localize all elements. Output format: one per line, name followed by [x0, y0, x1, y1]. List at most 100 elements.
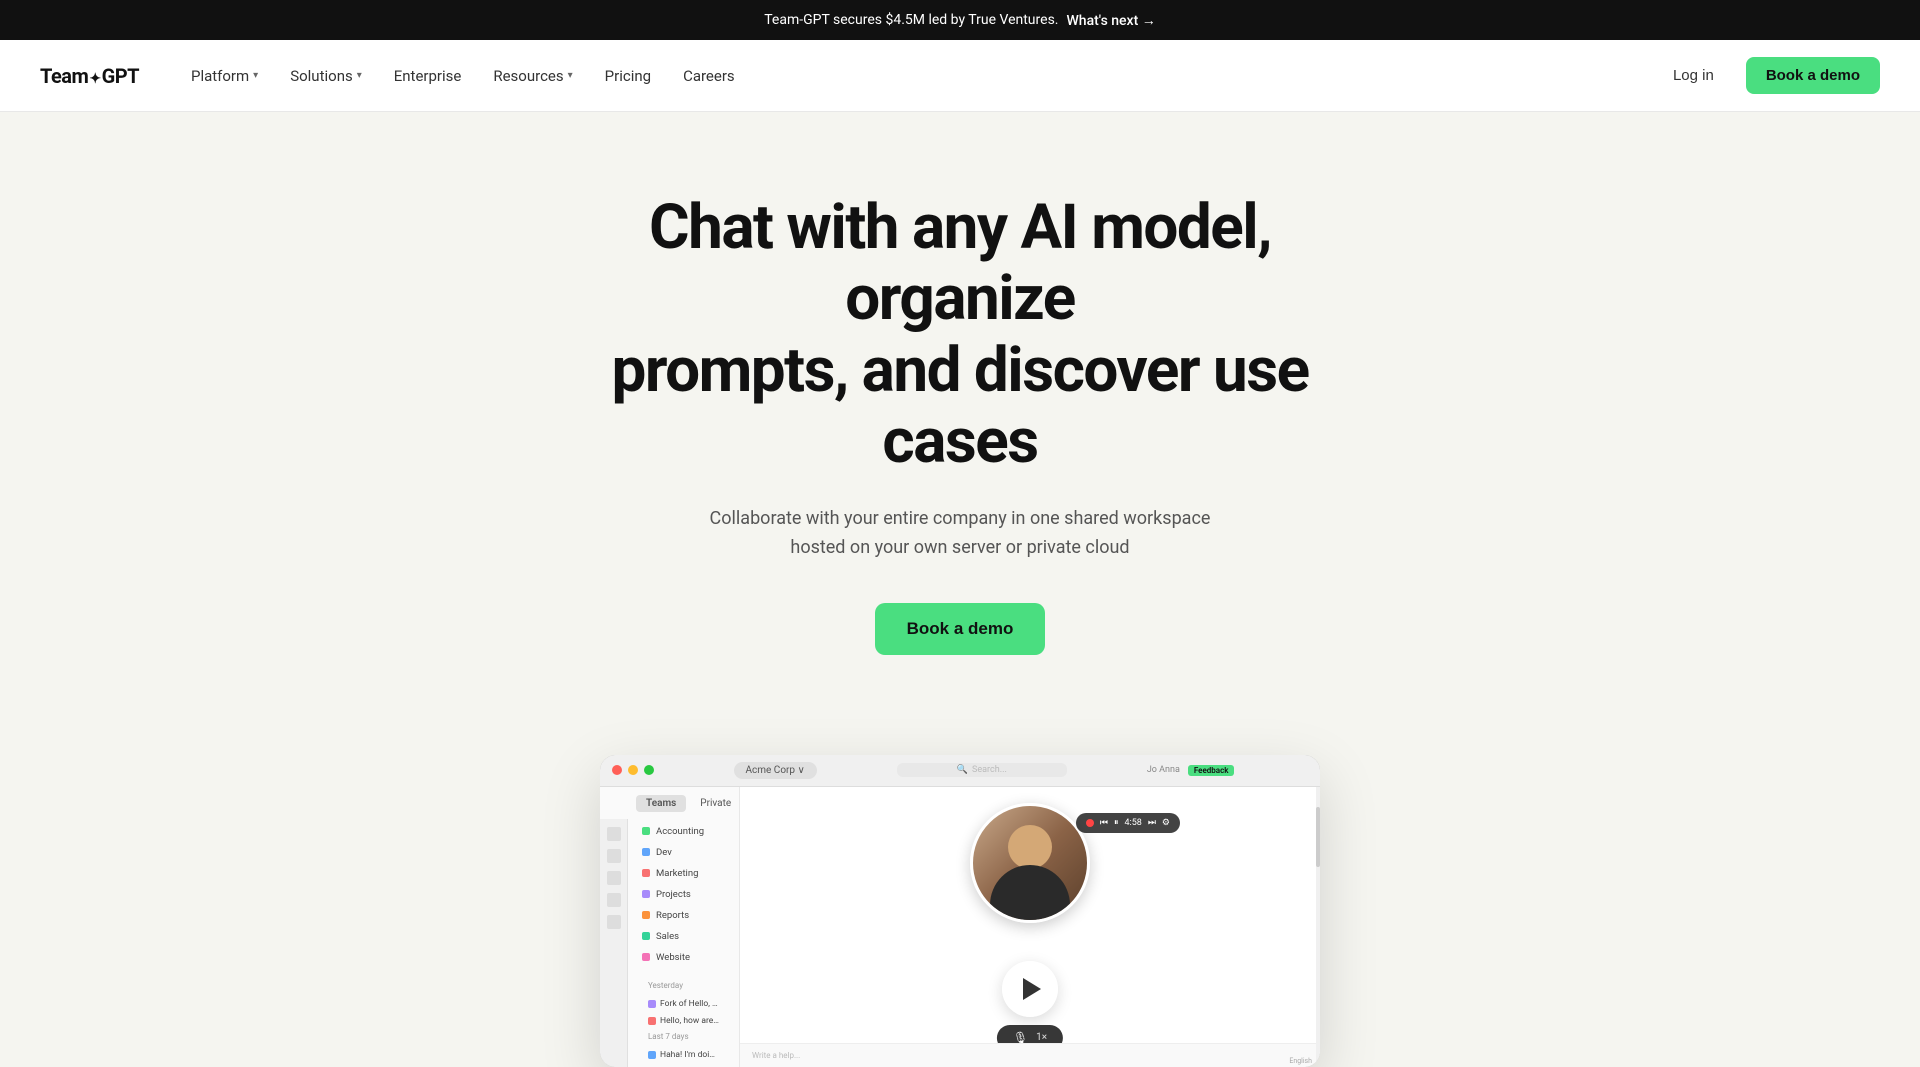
sidebar-icon-4	[607, 893, 621, 907]
window-tab-acme: Acme Corp ∨	[734, 762, 817, 779]
chat-item-1[interactable]: Fork of Hello, how are you?	[644, 996, 723, 1012]
sidebar-label-sales: Sales	[656, 931, 679, 942]
chat-item-3[interactable]: Haha! I'm doing well, thank you...	[644, 1047, 723, 1063]
record-dot	[1086, 819, 1094, 827]
search-bar[interactable]: 🔍 Search...	[897, 763, 1067, 777]
hero-title: Chat with any AI model, organize prompts…	[610, 192, 1310, 477]
sidebar-label-dev: Dev	[656, 847, 672, 858]
nav-links: Platform ▾ Solutions ▾ Enterprise Resour…	[179, 59, 747, 93]
sidebar-label-reports: Reports	[656, 910, 689, 921]
chat-input-placeholder: Write a help...	[752, 1051, 800, 1060]
sidebar-dot-website	[642, 953, 650, 961]
mock-main-area: ⏮ ⏸ 4:58 ⏭ ⚙ 🎙 1×	[740, 787, 1320, 1067]
announcement-link[interactable]: What's next →	[1066, 12, 1155, 29]
speed-display: 1×	[1036, 1032, 1047, 1043]
nav-item-resources[interactable]: Resources ▾	[481, 59, 584, 93]
nav-item-platform[interactable]: Platform ▾	[179, 59, 270, 93]
chevron-down-icon: ▾	[357, 70, 362, 81]
play-icon	[1023, 978, 1041, 1000]
feedback-badge: Feedback	[1188, 765, 1235, 776]
chat-dot-2	[648, 1017, 656, 1025]
settings-icon: ⚙	[1162, 818, 1170, 828]
sidebar-tabs: Teams Private	[636, 795, 731, 812]
mock-app-window: Acme Corp ∨ 🔍 Search... Jo Anna Feedback	[600, 755, 1320, 1067]
chat-item-2[interactable]: Hello, how are you?	[644, 1013, 723, 1029]
sidebar-item-sales[interactable]: Sales	[636, 927, 731, 946]
recording-controls: ⏮ ⏸ 4:58 ⏭ ⚙	[1076, 813, 1180, 833]
sidebar-dot-projects	[642, 890, 650, 898]
search-icon: 🔍	[957, 765, 968, 775]
avatar	[970, 803, 1090, 923]
hero-title-line1: Chat with any AI model, organize	[649, 191, 1271, 335]
video-avatar-area: ⏮ ⏸ 4:58 ⏭ ⚙	[970, 803, 1090, 923]
play-button[interactable]	[1002, 961, 1058, 1017]
sidebar-label-website: Website	[656, 952, 690, 963]
sidebar-dot-reports	[642, 911, 650, 919]
chat-date-yesterday: Yesterday	[644, 979, 723, 992]
app-preview-section: Acme Corp ∨ 🔍 Search... Jo Anna Feedback	[0, 715, 1920, 1067]
sidebar-item-dev[interactable]: Dev	[636, 843, 731, 862]
sidebar-item-reports[interactable]: Reports	[636, 906, 731, 925]
logo-text: Team✦GPT	[40, 64, 139, 88]
logo[interactable]: Team✦GPT	[40, 64, 139, 88]
chat-label-3: Haha! I'm doing well, thank you...	[660, 1050, 719, 1060]
sidebar-icon-2	[607, 849, 621, 863]
nav-label-resources: Resources	[493, 67, 563, 85]
nav-item-careers[interactable]: Careers	[671, 59, 747, 93]
announcement-text: Team-GPT secures $4.5M led by True Ventu…	[764, 12, 1058, 28]
sidebar-label-accounting: Accounting	[656, 826, 704, 837]
navbar-right: Log in Book a demo	[1657, 57, 1880, 94]
nav-demo-button[interactable]: Book a demo	[1746, 57, 1880, 94]
avatar-body	[990, 865, 1070, 920]
chat-list: Yesterday Fork of Hello, how are you? He…	[636, 971, 731, 1067]
sidebar-item-marketing[interactable]: Marketing	[636, 864, 731, 883]
user-count: Jo Anna	[1147, 765, 1180, 775]
sidebar-dot-accounting	[642, 827, 650, 835]
chat-dot-3	[648, 1051, 656, 1059]
sidebar-tab-private[interactable]: Private	[690, 795, 741, 812]
window-minimize-dot	[628, 765, 638, 775]
sidebar-item-projects[interactable]: Projects	[636, 885, 731, 904]
hero-subtitle: Collaborate with your entire company in …	[680, 505, 1240, 563]
time-display: 4:58	[1124, 818, 1141, 828]
nav-item-enterprise[interactable]: Enterprise	[382, 59, 474, 93]
login-button[interactable]: Log in	[1657, 59, 1730, 92]
pause-icon: ⏸	[1114, 818, 1119, 828]
hero-section: Chat with any AI model, organize prompts…	[0, 112, 1920, 715]
chat-date-last7: Last 7 days	[644, 1030, 723, 1043]
navbar: Team✦GPT Platform ▾ Solutions ▾ Enterpri…	[0, 40, 1920, 112]
sidebar-dot-sales	[642, 932, 650, 940]
navbar-left: Team✦GPT Platform ▾ Solutions ▾ Enterpri…	[40, 59, 747, 93]
sidebar-item-accounting[interactable]: Accounting	[636, 822, 731, 841]
chat-input-bar[interactable]: Write a help...	[740, 1043, 1320, 1067]
nav-item-solutions[interactable]: Solutions ▾	[278, 59, 374, 93]
rewind-icon: ⏮	[1100, 818, 1108, 828]
window-close-dot	[612, 765, 622, 775]
app-preview-container: Acme Corp ∨ 🔍 Search... Jo Anna Feedback	[600, 755, 1320, 1067]
window-toolbar-right: Jo Anna Feedback	[1147, 765, 1235, 776]
sidebar-icon-1	[607, 827, 621, 841]
nav-label-careers: Careers	[683, 67, 735, 85]
nav-label-solutions: Solutions	[290, 67, 353, 85]
nav-label-enterprise: Enterprise	[394, 67, 462, 85]
sidebar-dot-marketing	[642, 869, 650, 877]
sidebar-item-website[interactable]: Website	[636, 948, 731, 967]
window-maximize-dot	[644, 765, 654, 775]
sidebar-icon-3	[607, 871, 621, 885]
sidebar-dot-dev	[642, 848, 650, 856]
sidebar-label-projects: Projects	[656, 889, 691, 900]
chat-label-2: Hello, how are you?	[660, 1016, 719, 1026]
chat-date-july: July 2024	[644, 1064, 723, 1067]
main-scrollbar[interactable]	[1316, 787, 1320, 1067]
sidebar-icon-column	[600, 819, 628, 1067]
hero-demo-button[interactable]: Book a demo	[875, 603, 1046, 655]
nav-label-platform: Platform	[191, 67, 249, 85]
chat-label-1: Fork of Hello, how are you?	[660, 999, 719, 1009]
bottom-label: English	[1289, 1057, 1312, 1065]
sidebar-tab-teams[interactable]: Teams	[636, 795, 686, 812]
hero-title-line2: prompts, and discover use cases	[611, 334, 1308, 478]
chevron-down-icon: ▾	[253, 70, 258, 81]
nav-item-pricing[interactable]: Pricing	[593, 59, 663, 93]
forward-icon: ⏭	[1148, 818, 1156, 828]
mock-sidebar: Teams Private Accounting Dev	[600, 787, 740, 1067]
